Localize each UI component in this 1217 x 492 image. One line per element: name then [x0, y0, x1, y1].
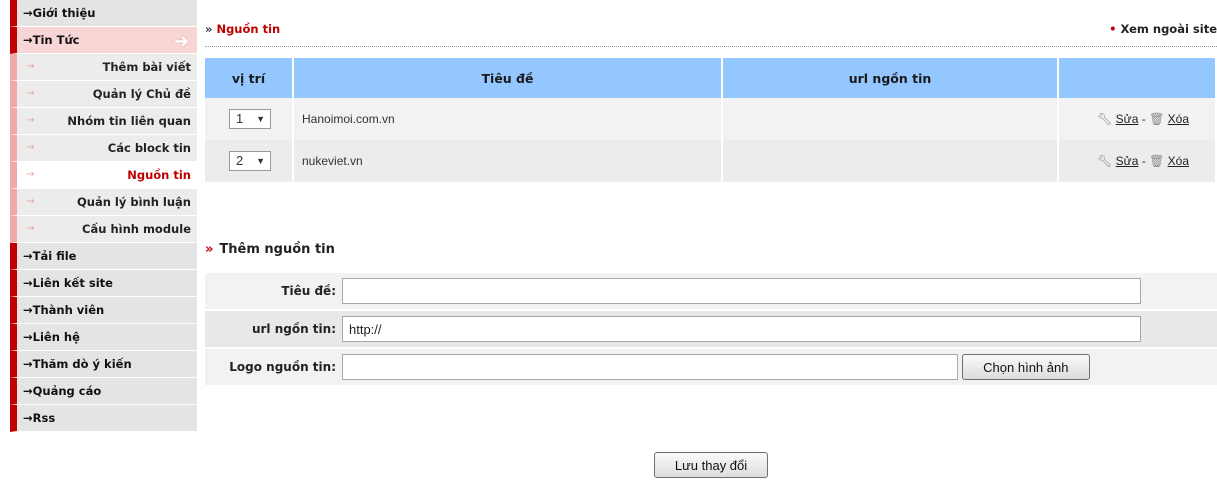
sidebar-item-label: Thăm dò ý kiến	[32, 357, 132, 371]
sidebar-subitem-cac-block-tin[interactable]: → Các block tin	[10, 135, 197, 162]
breadcrumb: » Nguồn tin	[205, 22, 281, 36]
sidebar-subitem-cau-hinh-module[interactable]: → Cấu hình module	[10, 216, 197, 243]
page-title: Nguồn tin	[216, 22, 281, 36]
position-cell: 1 ▼	[205, 98, 294, 140]
add-source-form: Tiêu đề: url ngồn tin: Logo nguồn tin: C…	[205, 273, 1217, 387]
form-row-logo: Logo nguồn tin: Chọn hình ảnh	[205, 348, 1217, 387]
sidebar-item-label: Giới thiệu	[32, 6, 96, 20]
column-header-url: url ngồn tin	[722, 58, 1059, 98]
actions-cell: 🔧︎ Sửa - 🗑︎ Xóa	[1058, 140, 1217, 182]
sidebar-item-rss[interactable]: →Rss	[10, 405, 197, 432]
trash-icon: 🗑︎	[1149, 154, 1165, 168]
sidebar-item-lien-he[interactable]: →Liên hệ	[10, 324, 197, 351]
sources-table: vị trí Tiêu đề url ngồn tin 1 ▼ Hanoimoi.…	[205, 58, 1217, 182]
form-row-title: Tiêu đề:	[205, 273, 1217, 311]
top-bar: » Nguồn tin • Xem ngoài site	[205, 16, 1217, 47]
sidebar-subitem-quan-ly-binh-luan[interactable]: → Quản lý bình luận	[10, 189, 197, 216]
sidebar-item-label: Tin Tức	[32, 33, 80, 47]
table-row: 2 ▼ nukeviet.vn 🔧︎ Sửa - 🗑︎ Xóa	[205, 140, 1217, 182]
sidebar-subitem-nguon-tin[interactable]: → Nguồn tin	[10, 162, 197, 189]
form-row-url: url ngồn tin:	[205, 310, 1217, 349]
sidebar-subitem-quan-ly-chu-de[interactable]: → Quản lý Chủ đề	[10, 81, 197, 108]
position-select[interactable]: 2 ▼	[229, 151, 271, 171]
edit-link[interactable]: Sửa	[1116, 112, 1139, 126]
wrench-icon: 🔧︎	[1097, 112, 1113, 126]
sidebar-item-tham-do-y-kien[interactable]: →Thăm dò ý kiến	[10, 351, 197, 378]
edit-link[interactable]: Sửa	[1116, 154, 1139, 168]
sidebar-item-label: Liên hệ	[32, 330, 80, 344]
column-header-actions	[1058, 58, 1217, 98]
title-cell: nukeviet.vn	[293, 140, 723, 182]
actions-cell: 🔧︎ Sửa - 🗑︎ Xóa	[1058, 98, 1217, 140]
sidebar-item-lien-ket-site[interactable]: →Liên kết site	[10, 270, 197, 297]
url-label: url ngồn tin:	[205, 310, 342, 349]
sidebar-item-label: Quảng cáo	[32, 384, 102, 398]
sidebar-item-tai-file[interactable]: →Tải file	[10, 243, 197, 270]
save-button[interactable]: Lưu thay đổi	[654, 452, 768, 478]
url-cell	[722, 140, 1059, 182]
sidebar-item-label: Liên kết site	[32, 276, 113, 290]
sidebar-subitem-nhom-tin-lien-quan[interactable]: → Nhóm tin liên quan	[10, 108, 197, 135]
logo-label: Logo nguồn tin:	[205, 348, 342, 387]
url-cell	[722, 98, 1059, 140]
view-site-link[interactable]: • Xem ngoài site	[1109, 22, 1217, 36]
title-input[interactable]	[342, 278, 1141, 304]
main-content: » Nguồn tin • Xem ngoài site vị trí Tiêu…	[205, 0, 1217, 492]
sidebar-item-label: Rss	[32, 411, 56, 425]
add-source-heading: » Thêm nguồn tin	[205, 242, 335, 257]
position-select[interactable]: 1 ▼	[229, 109, 271, 129]
column-header-title: Tiêu đề	[293, 58, 723, 98]
delete-link[interactable]: Xóa	[1168, 112, 1189, 126]
wrench-icon: 🔧︎	[1097, 154, 1113, 168]
chevron-down-icon: ▼	[256, 114, 265, 124]
sidebar-item-quang-cao[interactable]: →Quảng cáo	[10, 378, 197, 405]
sidebar: →Giới thiệu →Tin Tức ➜ → Thêm bài viết → Qu…	[0, 0, 197, 492]
title-cell: Hanoimoi.com.vn	[293, 98, 723, 140]
delete-link[interactable]: Xóa	[1168, 154, 1189, 168]
sidebar-item-tin-tuc[interactable]: →Tin Tức ➜	[10, 27, 197, 54]
url-input[interactable]	[342, 316, 1141, 342]
table-row: 1 ▼ Hanoimoi.com.vn 🔧︎ Sửa - 🗑︎ Xóa	[205, 98, 1217, 140]
logo-input[interactable]	[342, 354, 958, 380]
sidebar-item-label: Thành viên	[32, 303, 105, 317]
trash-icon: 🗑︎	[1149, 112, 1165, 126]
sidebar-item-thanh-vien[interactable]: →Thành viên	[10, 297, 197, 324]
sidebar-subitem-them-bai-viet[interactable]: → Thêm bài viết	[10, 54, 197, 81]
column-header-position: vị trí	[205, 58, 294, 98]
chevron-down-icon: ▼	[256, 156, 265, 166]
sidebar-item-gioi-thieu[interactable]: →Giới thiệu	[10, 0, 197, 27]
choose-image-button[interactable]: Chọn hình ảnh	[961, 354, 1090, 380]
sidebar-item-label: Tải file	[32, 249, 77, 263]
position-cell: 2 ▼	[205, 140, 294, 182]
table-header-row: vị trí Tiêu đề url ngồn tin	[205, 58, 1217, 98]
title-label: Tiêu đề:	[205, 273, 342, 311]
expand-arrow-icon: ➜	[173, 31, 189, 52]
